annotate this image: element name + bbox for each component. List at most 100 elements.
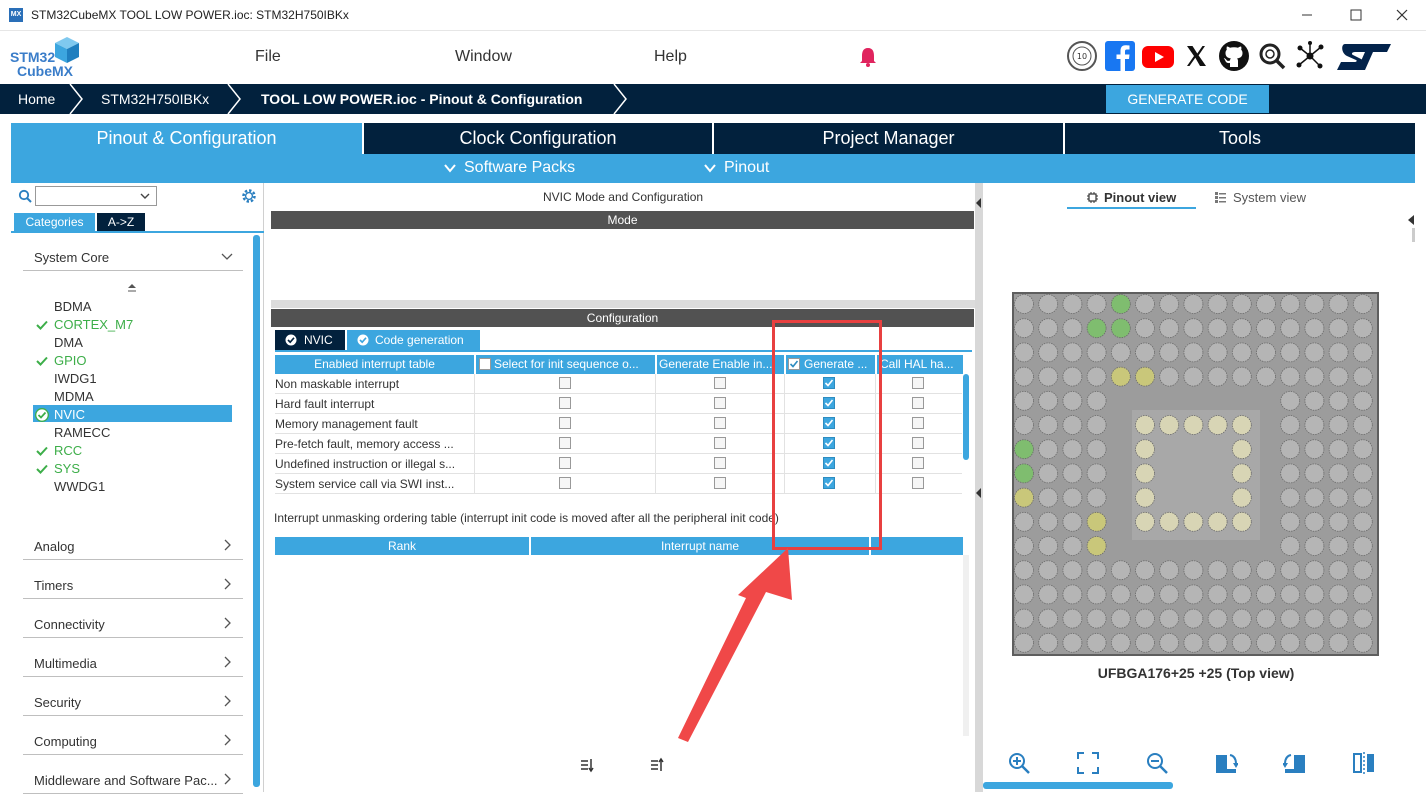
chip-pin[interactable] xyxy=(1280,294,1301,314)
chip-pin[interactable] xyxy=(1038,536,1059,556)
row-checkbox[interactable] xyxy=(559,377,571,389)
chip-pin[interactable] xyxy=(1328,463,1349,484)
chip-pin[interactable] xyxy=(1352,415,1373,435)
chip-pin[interactable] xyxy=(1086,390,1107,411)
column-select-init-sequence[interactable]: Select for init sequence o... xyxy=(476,355,655,374)
category-timers[interactable]: Timers xyxy=(23,571,243,599)
category-security[interactable]: Security xyxy=(23,688,243,716)
breadcrumb-current[interactable]: TOOL LOW POWER.ioc - Pinout & Configurat… xyxy=(261,91,582,107)
x-icon[interactable] xyxy=(1180,40,1212,72)
chip-pin[interactable] xyxy=(1159,342,1180,363)
chip-pin[interactable] xyxy=(1352,584,1373,605)
search-input[interactable] xyxy=(35,186,157,206)
chip-pin[interactable] xyxy=(1183,584,1204,605)
chip-pin[interactable] xyxy=(1159,560,1180,581)
column-generate-enable[interactable]: Generate Enable in... xyxy=(657,355,784,374)
chip-pin[interactable] xyxy=(1328,632,1349,653)
chip-pin[interactable] xyxy=(1304,390,1325,411)
row-checkbox[interactable] xyxy=(714,457,726,469)
chip-pin[interactable] xyxy=(1086,318,1107,339)
system-core-item-wwdg1[interactable]: WWDG1 xyxy=(54,479,105,494)
menu-file[interactable]: File xyxy=(255,48,281,66)
row-checkbox[interactable] xyxy=(912,437,924,449)
chip-pin[interactable] xyxy=(1352,294,1373,314)
chip-pin[interactable] xyxy=(1086,511,1107,532)
chip-pin[interactable] xyxy=(1135,463,1155,484)
column-enabled-interrupt[interactable]: Enabled interrupt table xyxy=(275,355,474,374)
chip-pin[interactable] xyxy=(1086,608,1107,629)
software-packs-menu[interactable]: Software Packs xyxy=(464,159,575,177)
system-core-item-gpio[interactable]: GPIO xyxy=(54,353,87,368)
category-computing[interactable]: Computing xyxy=(23,727,243,755)
chip-pin[interactable] xyxy=(1110,608,1131,629)
chip-pin[interactable] xyxy=(1328,511,1349,532)
chip-pin[interactable] xyxy=(1038,463,1059,484)
chip-pin[interactable] xyxy=(1038,511,1059,532)
chip-pin[interactable] xyxy=(1014,294,1034,314)
chip-pin[interactable] xyxy=(1110,294,1131,314)
chip-pin[interactable] xyxy=(1014,584,1034,605)
chip-pin[interactable] xyxy=(1280,584,1301,605)
chip-pin[interactable] xyxy=(1086,632,1107,653)
chip-pin[interactable] xyxy=(1135,294,1155,314)
chip-pin[interactable] xyxy=(1038,560,1059,581)
chip-pin[interactable] xyxy=(1110,584,1131,605)
chip-pin[interactable] xyxy=(1352,366,1373,387)
chip-pin[interactable] xyxy=(1135,342,1155,363)
chip-pin[interactable] xyxy=(1207,342,1228,363)
chip-pin[interactable] xyxy=(1086,342,1107,363)
chip-pin[interactable] xyxy=(1231,366,1252,387)
system-core-item-sys[interactable]: SYS xyxy=(54,461,80,476)
left-scrollbar[interactable] xyxy=(253,235,260,787)
chip-pin[interactable] xyxy=(1328,294,1349,314)
chip-pin[interactable] xyxy=(1159,415,1180,435)
chip-pin[interactable] xyxy=(1280,632,1301,653)
row-checkbox[interactable] xyxy=(912,417,924,429)
row-checkbox[interactable] xyxy=(912,397,924,409)
system-core-item-iwdg1[interactable]: IWDG1 xyxy=(54,371,97,386)
chip-pin[interactable] xyxy=(1256,560,1276,581)
generate-code-button[interactable]: GENERATE CODE xyxy=(1106,85,1269,113)
move-down-icon[interactable] xyxy=(579,757,595,773)
maximize-icon[interactable] xyxy=(1346,6,1366,24)
chip-pin[interactable] xyxy=(1256,318,1276,339)
lower-table-scroll-track[interactable] xyxy=(963,555,969,736)
fit-to-screen-icon[interactable] xyxy=(1076,751,1100,775)
chip-pin[interactable] xyxy=(1328,390,1349,411)
collapse-right-icon[interactable] xyxy=(1406,212,1415,242)
chip-pin[interactable] xyxy=(1062,463,1083,484)
chip-pin[interactable] xyxy=(1014,511,1034,532)
chip-pin[interactable] xyxy=(1207,366,1228,387)
chip-pin[interactable] xyxy=(1159,318,1180,339)
chip-package-view[interactable] xyxy=(1012,292,1379,656)
chip-pin[interactable] xyxy=(1352,632,1373,653)
chip-pin[interactable] xyxy=(1256,584,1276,605)
chip-pin[interactable] xyxy=(1304,632,1325,653)
network-icon[interactable] xyxy=(1294,40,1326,72)
right-horizontal-scrollbar[interactable] xyxy=(983,782,1173,789)
row-checkbox[interactable] xyxy=(714,417,726,429)
chip-pin[interactable] xyxy=(1014,463,1034,484)
chip-pin[interactable] xyxy=(1304,294,1325,314)
youtube-icon[interactable] xyxy=(1142,40,1174,72)
tab-system-view[interactable]: System view xyxy=(1233,190,1306,205)
collapse-left-icon[interactable] xyxy=(976,488,982,498)
rotate-right-icon[interactable] xyxy=(1214,751,1238,775)
chip-pin[interactable] xyxy=(1328,366,1349,387)
chip-pin[interactable] xyxy=(1038,390,1059,411)
chip-pin[interactable] xyxy=(1352,318,1373,339)
chip-pin[interactable] xyxy=(1352,463,1373,484)
chip-pin[interactable] xyxy=(1159,511,1180,532)
tab-code-generation[interactable]: Code generation xyxy=(347,330,480,350)
chip-pin[interactable] xyxy=(1086,439,1107,460)
system-core-item-mdma[interactable]: MDMA xyxy=(54,389,94,404)
chip-pin[interactable] xyxy=(1038,318,1059,339)
chip-pin[interactable] xyxy=(1231,511,1252,532)
chip-pin[interactable] xyxy=(1280,439,1301,460)
chip-pin[interactable] xyxy=(1183,294,1204,314)
chip-pin[interactable] xyxy=(1231,560,1252,581)
chip-pin[interactable] xyxy=(1280,608,1301,629)
facebook-icon[interactable] xyxy=(1104,40,1136,72)
chip-pin[interactable] xyxy=(1231,487,1252,508)
panel-divider[interactable] xyxy=(271,300,975,308)
